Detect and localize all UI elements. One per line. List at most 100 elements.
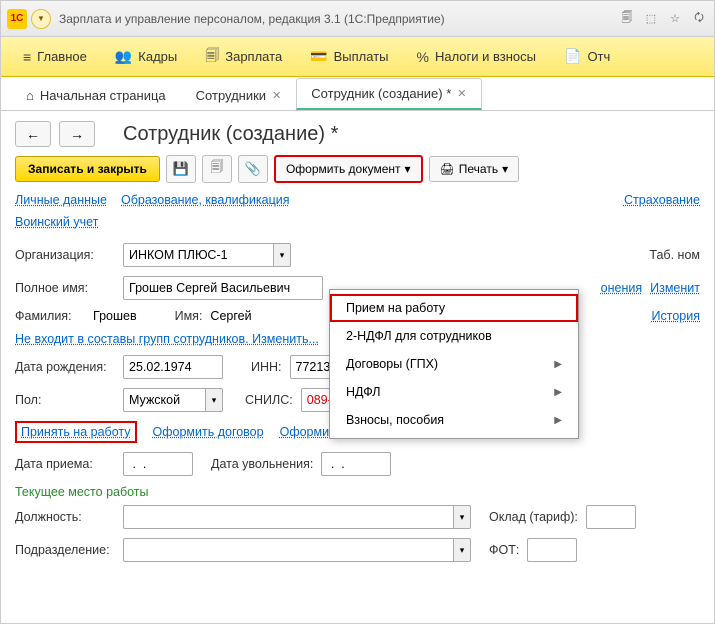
contract-link[interactable]: Оформить договор (153, 425, 264, 439)
fullname-input[interactable] (123, 276, 323, 300)
menu-salary[interactable]: 🗐 Зарплата (191, 37, 296, 76)
groups-link[interactable]: Не входит в составы групп сотрудников. И… (15, 332, 319, 346)
name-label: Имя: (175, 309, 203, 323)
tab-personal[interactable]: Личные данные (15, 193, 107, 207)
window-title: Зарплата и управление персоналом, редакц… (59, 12, 445, 26)
create-document-button[interactable]: Оформить документ ▾ (274, 155, 423, 183)
menu-fees[interactable]: Взносы, пособия ▶ (330, 406, 578, 434)
menu-icon: ≡ (23, 49, 31, 65)
page-title: Сотрудник (создание) * (123, 123, 338, 146)
create-document-label: Оформить документ (286, 162, 401, 176)
titlebar: 1C ▼ Зарплата и управление персоналом, р… (1, 1, 714, 37)
print-label: Печать (459, 162, 498, 176)
inn-label: ИНН: (251, 360, 282, 374)
main-menu: ≡ Главное 👥 Кадры 🗐 Зарплата 💳 Выплаты %Нало… (1, 37, 714, 77)
tb-icon-4[interactable]: 🗘 (690, 10, 708, 28)
percent-icon: % (417, 49, 429, 65)
dept-dropdown[interactable]: ▾ (453, 538, 471, 562)
fot-label: ФОТ: (489, 543, 519, 557)
workplace-section: Текущее место работы (15, 485, 700, 499)
menu-payments[interactable]: 💳 Выплаты (296, 37, 402, 76)
menu-salary-label: Зарплата (225, 49, 282, 64)
sex-input[interactable] (123, 388, 205, 412)
menu-reports[interactable]: 📄 Отч (550, 37, 624, 76)
menu-fees-label: Взносы, пособия (346, 413, 444, 427)
menu-taxes[interactable]: %Налоги и взносы (403, 37, 551, 76)
tab-employee-create[interactable]: Сотрудник (создание) * ✕ (296, 78, 481, 110)
menu-contracts[interactable]: Договоры (ГПХ) ▶ (330, 350, 578, 378)
sex-dropdown[interactable]: ▾ (205, 388, 223, 412)
declensions-link[interactable]: онения (601, 281, 642, 295)
snils-label: СНИЛС: (245, 393, 293, 407)
tab-employees[interactable]: Сотрудники ✕ (181, 80, 297, 110)
position-input[interactable] (123, 505, 453, 529)
attach-button[interactable]: 📎 (238, 155, 268, 183)
menu-hire[interactable]: Прием на работу (330, 294, 578, 322)
tab-home-label: Начальная страница (40, 88, 166, 103)
tabnum-label: Таб. ном (649, 248, 700, 262)
menu-main-label: Главное (37, 49, 87, 64)
menu-ndfl[interactable]: НДФЛ▶ (330, 378, 578, 406)
print-button[interactable]: 🖨 Печать ▾ (429, 156, 520, 182)
dept-label: Подразделение: (15, 543, 115, 557)
printer-icon: 🖨 (440, 162, 455, 176)
surname-label: Фамилия: (15, 309, 85, 323)
tab-insurance[interactable]: Страхование (624, 193, 700, 207)
sex-label: Пол: (15, 393, 115, 407)
dob-label: Дата рождения: (15, 360, 115, 374)
org-label: Организация: (15, 248, 115, 262)
tab-military[interactable]: Воинский учет (15, 215, 98, 229)
fullname-label: Полное имя: (15, 281, 115, 295)
submenu-arrow-icon: ▶ (554, 415, 562, 426)
reread-button[interactable]: 🗐 (202, 155, 232, 183)
calc-icon: 🗐 (205, 45, 219, 69)
chevron-down-icon: ▾ (502, 162, 508, 176)
tab-employees-label: Сотрудники (196, 88, 266, 103)
chevron-down-icon: ▾ (405, 162, 411, 176)
position-dropdown[interactable]: ▾ (453, 505, 471, 529)
tab-bar: ⌂ Начальная страница Сотрудники ✕ Сотрудни… (1, 77, 714, 111)
menu-reports-label: Отч (587, 49, 610, 64)
fot-input[interactable] (527, 538, 577, 562)
hire-link[interactable]: Принять на работу (21, 425, 131, 439)
org-dropdown[interactable]: ▾ (273, 243, 291, 267)
tab-education[interactable]: Образование, квалификация (121, 193, 290, 207)
tb-icon-3[interactable]: ☆ (666, 10, 684, 28)
menu-2ndfl[interactable]: 2-НДФЛ для сотрудников (330, 322, 578, 350)
forward-button[interactable]: → (59, 121, 95, 147)
org-input[interactable] (123, 243, 273, 267)
tb-icon-2[interactable]: ⬚ (642, 10, 660, 28)
tab-home[interactable]: ⌂ Начальная страница (11, 80, 181, 110)
close-icon[interactable]: ✕ (457, 87, 466, 100)
submenu-arrow-icon: ▶ (554, 359, 562, 370)
fire-date-input[interactable] (321, 452, 391, 476)
doc-icon: 📄 (564, 48, 581, 65)
save-button[interactable]: 💾 (166, 155, 196, 183)
back-button[interactable]: ← (15, 121, 51, 147)
hire-date-label: Дата приема: (15, 457, 115, 471)
tb-icon-1[interactable]: 🗐 (618, 10, 636, 28)
app-logo-icon: 1C (7, 9, 27, 29)
salary-label: Оклад (тариф): (489, 510, 578, 524)
people-icon: 👥 (115, 48, 132, 65)
card-icon: 💳 (310, 48, 327, 65)
menu-payments-label: Выплаты (334, 49, 389, 64)
app-menu-dropdown[interactable]: ▼ (31, 9, 51, 29)
dob-input[interactable] (123, 355, 223, 379)
close-icon[interactable]: ✕ (272, 89, 281, 102)
menu-hire-label: Прием на работу (346, 301, 445, 315)
menu-staff[interactable]: 👥 Кадры (101, 37, 191, 76)
change-link[interactable]: Изменит (650, 281, 700, 295)
tab-employee-create-label: Сотрудник (создание) * (311, 86, 451, 101)
create-document-menu: Прием на работу 2-НДФЛ для сотрудников Д… (329, 289, 579, 439)
hire-date-input[interactable] (123, 452, 193, 476)
menu-staff-label: Кадры (138, 49, 177, 64)
fire-date-label: Дата увольнения: (211, 457, 313, 471)
home-icon: ⌂ (26, 88, 34, 103)
dept-input[interactable] (123, 538, 453, 562)
salary-input[interactable] (586, 505, 636, 529)
menu-contracts-label: Договоры (ГПХ) (346, 357, 438, 371)
history-link[interactable]: История (652, 309, 700, 323)
menu-main[interactable]: ≡ Главное (9, 37, 101, 76)
save-close-button[interactable]: Записать и закрыть (15, 156, 160, 182)
